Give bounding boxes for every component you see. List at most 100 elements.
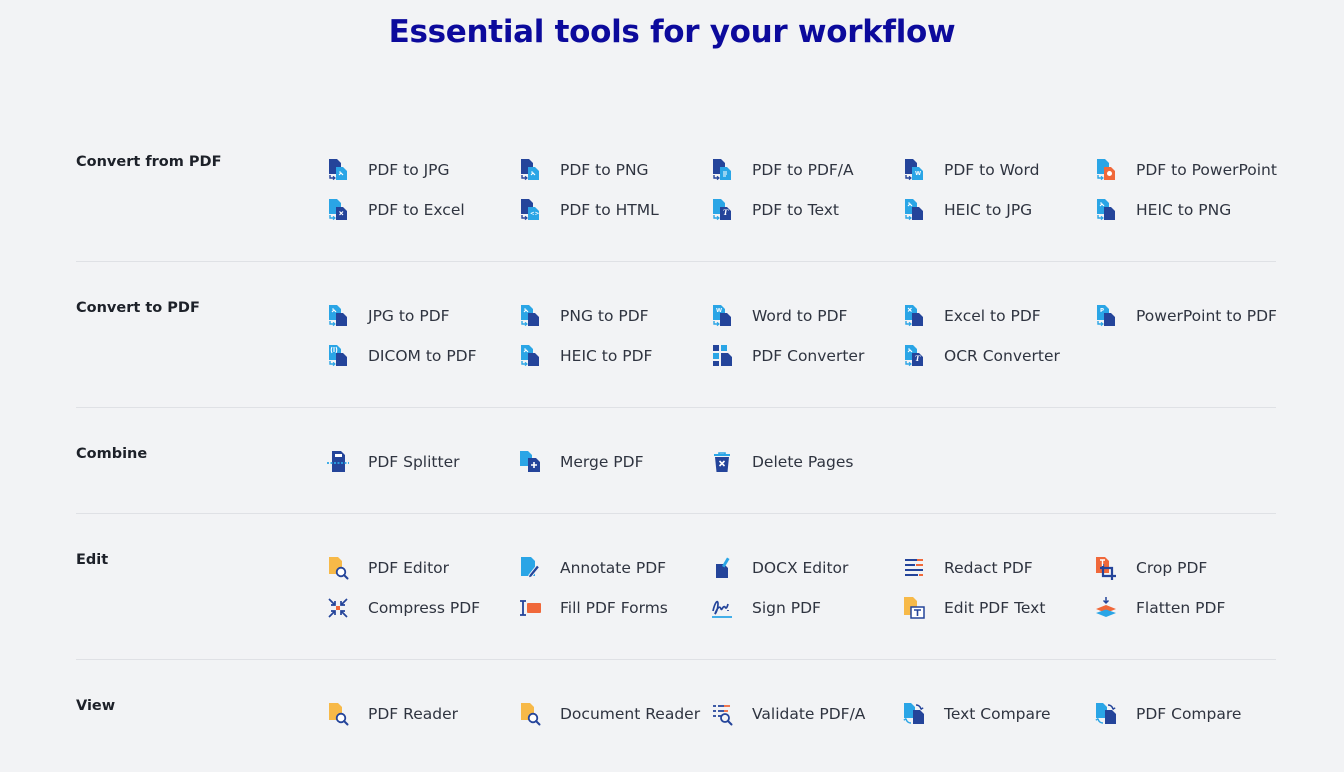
tool-label: PDF to Text — [752, 201, 839, 219]
tool-label: PDF Converter — [752, 347, 865, 365]
tool-list: JPG to PDF PNG to PDF W Word to PDF Excel to… — [326, 304, 1286, 384]
tool-list: PDF Reader Document Reader Validate PDF/A T… — [326, 702, 1286, 742]
tool-link-pdf-to-word[interactable]: W PDF to Word — [902, 158, 1094, 182]
tool-link-docx-editor[interactable]: DOCX Editor — [710, 556, 902, 580]
tool-label: PDF to PDF/A — [752, 161, 854, 179]
tool-label: PDF to JPG — [368, 161, 450, 179]
tool-link-redact-pdf[interactable]: Redact PDF — [902, 556, 1094, 580]
tool-label: HEIC to PNG — [1136, 201, 1232, 219]
tool-link-pdf-to-pdfa[interactable]: PDF to PDF/A — [710, 158, 902, 182]
sign-pdf-icon — [710, 596, 734, 620]
tool-label: JPG to PDF — [368, 307, 450, 325]
tool-label: Text Compare — [944, 705, 1051, 723]
tool-label: PDF Splitter — [368, 453, 460, 471]
tool-label: Annotate PDF — [560, 559, 667, 577]
tool-link-pdf-converter[interactable]: PDF Converter — [710, 344, 902, 368]
tool-link-powerpoint-to-pdf[interactable]: P PowerPoint to PDF — [1094, 304, 1286, 328]
tool-link-pdf-to-powerpoint[interactable]: PDF to PowerPoint — [1094, 158, 1286, 182]
svg-text:<>: <> — [530, 211, 540, 217]
heic-to-png-icon — [1094, 198, 1118, 222]
tool-label: PowerPoint to PDF — [1136, 307, 1277, 325]
redact-pdf-icon — [902, 556, 926, 580]
tool-link-heic-to-pdf[interactable]: HEIC to PDF — [518, 344, 710, 368]
pdf-splitter-icon — [326, 450, 350, 474]
tool-link-document-reader[interactable]: Document Reader — [518, 702, 710, 726]
svg-text:T: T — [723, 208, 729, 217]
tool-label: Merge PDF — [560, 453, 644, 471]
tool-label: HEIC to PDF — [560, 347, 653, 365]
tool-label: Delete Pages — [752, 453, 854, 471]
tool-link-validate-pdfa[interactable]: Validate PDF/A — [710, 702, 902, 726]
tool-link-annotate-pdf[interactable]: Annotate PDF — [518, 556, 710, 580]
excel-to-pdf-icon — [902, 304, 926, 328]
tool-link-heic-to-png[interactable]: HEIC to PNG — [1094, 198, 1286, 222]
tool-link-merge-pdf[interactable]: Merge PDF — [518, 450, 710, 474]
tool-label: PDF Reader — [368, 705, 458, 723]
validate-pdfa-icon — [710, 702, 734, 726]
tool-link-ocr-converter[interactable]: T OCR Converter — [902, 344, 1094, 368]
tool-label: Word to PDF — [752, 307, 848, 325]
powerpoint-to-pdf-icon: P — [1094, 304, 1118, 328]
tool-link-heic-to-jpg[interactable]: HEIC to JPG — [902, 198, 1094, 222]
ocr-converter-icon: T — [902, 344, 926, 368]
tool-link-crop-pdf[interactable]: Crop PDF — [1094, 556, 1286, 580]
tool-link-text-compare[interactable]: Text Compare — [902, 702, 1094, 726]
tool-label: PDF to PNG — [560, 161, 649, 179]
section-view: View PDF Reader Document Reader Validate PD… — [76, 660, 1276, 772]
tool-link-pdf-reader[interactable]: PDF Reader — [326, 702, 518, 726]
tool-link-pdf-compare[interactable]: PDF Compare — [1094, 702, 1286, 726]
compress-pdf-icon — [326, 596, 350, 620]
tool-link-excel-to-pdf[interactable]: Excel to PDF — [902, 304, 1094, 328]
jpg-to-pdf-icon — [326, 304, 350, 328]
tool-label: Edit PDF Text — [944, 599, 1046, 617]
tool-link-pdf-to-html[interactable]: <> PDF to HTML — [518, 198, 710, 222]
tool-link-pdf-to-excel[interactable]: PDF to Excel — [326, 198, 518, 222]
docx-editor-icon — [710, 556, 734, 580]
tool-label: PDF to Word — [944, 161, 1040, 179]
tool-link-flatten-pdf[interactable]: Flatten PDF — [1094, 596, 1286, 620]
tool-label: OCR Converter — [944, 347, 1060, 365]
page-title: Essential tools for your workflow — [388, 14, 956, 50]
tool-link-dicom-to-pdf[interactable]: DICOM to PDF — [326, 344, 518, 368]
dicom-to-pdf-icon — [326, 344, 350, 368]
tool-label: PDF Editor — [368, 559, 449, 577]
tool-link-fill-pdf-forms[interactable]: Fill PDF Forms — [518, 596, 710, 620]
pdf-to-word-icon: W — [902, 158, 926, 182]
section-label: Convert from PDF — [76, 154, 222, 170]
tool-label: HEIC to JPG — [944, 201, 1033, 219]
tool-link-jpg-to-pdf[interactable]: JPG to PDF — [326, 304, 518, 328]
tool-link-pdf-to-jpg[interactable]: PDF to JPG — [326, 158, 518, 182]
tool-link-png-to-pdf[interactable]: PNG to PDF — [518, 304, 710, 328]
tool-label: PDF to HTML — [560, 201, 659, 219]
tool-link-pdf-splitter[interactable]: PDF Splitter — [326, 450, 518, 474]
text-compare-icon — [902, 702, 926, 726]
pdf-to-jpg-icon — [326, 158, 350, 182]
heic-to-pdf-icon — [518, 344, 542, 368]
merge-pdf-icon — [518, 450, 542, 474]
tool-link-pdf-to-png[interactable]: PDF to PNG — [518, 158, 710, 182]
flatten-pdf-icon — [1094, 596, 1118, 620]
pdf-to-excel-icon — [326, 198, 350, 222]
tool-label: Excel to PDF — [944, 307, 1041, 325]
tool-link-compress-pdf[interactable]: Compress PDF — [326, 596, 518, 620]
pdf-reader-icon — [326, 702, 350, 726]
tool-link-word-to-pdf[interactable]: W Word to PDF — [710, 304, 902, 328]
tool-label: DOCX Editor — [752, 559, 849, 577]
svg-text:T: T — [915, 354, 921, 363]
document-reader-icon — [518, 702, 542, 726]
tool-label: Compress PDF — [368, 599, 481, 617]
section-convert-from-pdf: Convert from PDF PDF to JPG PDF to PNG PDF … — [76, 116, 1277, 262]
tool-link-pdf-to-text[interactable]: T PDF to Text — [710, 198, 902, 222]
edit-pdf-text-icon — [902, 596, 926, 620]
tool-link-delete-pages[interactable]: Delete Pages — [710, 450, 902, 474]
tool-link-edit-pdf-text[interactable]: Edit PDF Text — [902, 596, 1094, 620]
tool-link-sign-pdf[interactable]: Sign PDF — [710, 596, 902, 620]
tool-list: PDF Splitter Merge PDF Delete Pages — [326, 450, 1286, 490]
tool-link-pdf-editor[interactable]: PDF Editor — [326, 556, 518, 580]
svg-text:W: W — [915, 171, 921, 177]
tool-label: PDF to PowerPoint — [1136, 161, 1277, 179]
tool-label: PDF Compare — [1136, 705, 1242, 723]
delete-pages-icon — [710, 450, 734, 474]
svg-text:P: P — [1100, 308, 1104, 314]
heic-to-jpg-icon — [902, 198, 926, 222]
